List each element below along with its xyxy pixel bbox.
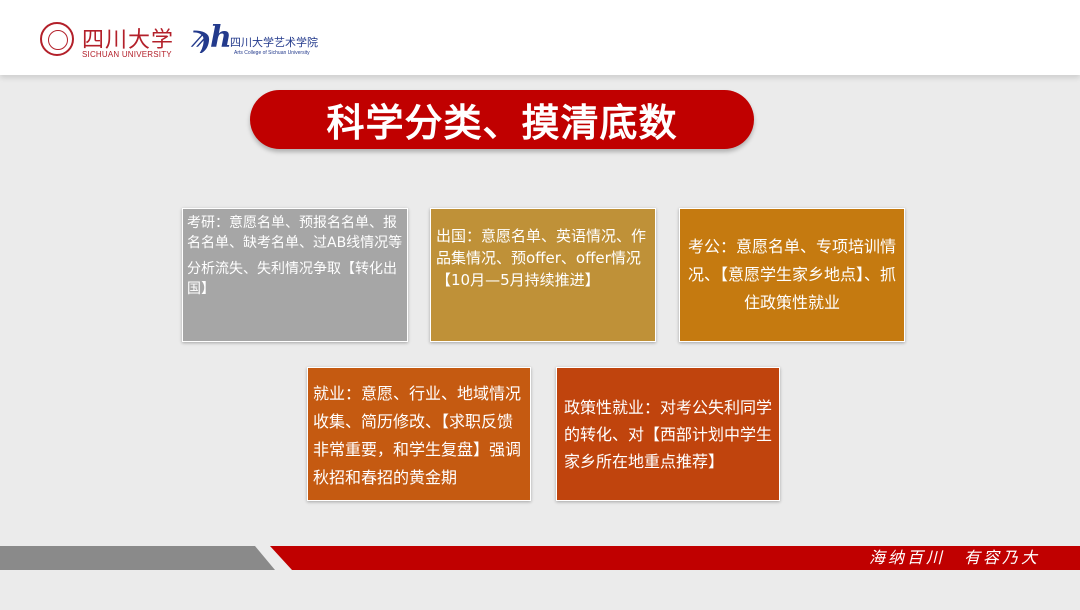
footer-gray-stripe <box>0 546 275 570</box>
box-zhengce-text: 政策性就业：对考公失利同学的转化、对【西部计划中学生家乡所在地重点推荐】 <box>564 398 773 471</box>
header-bar: 四川大学 SICHUAN UNIVERSITY ϡh 四川大学艺术学院 Arts… <box>0 0 1080 75</box>
box-jiuye: 就业：意愿、行业、地域情况收集、简历修改、【求职反馈非常重要，和学生复盘】强调秋… <box>307 367 531 501</box>
scu-logo: 四川大学 SICHUAN UNIVERSITY <box>40 20 190 64</box>
box-kaoyan-line2: 分析流失、失利情况争取【转化出国】 <box>187 261 397 297</box>
arts-college-logo-cn: 四川大学艺术学院 <box>230 36 318 49</box>
box-kaoyan-line1: 考研：意愿名单、预报名名单、报名名单、缺考名单、过AB线情况等 <box>187 215 403 251</box>
box-chuguo-line2: 【10月—5月持续推进】 <box>436 271 600 289</box>
scu-logo-en: SICHUAN UNIVERSITY <box>82 50 172 59</box>
box-chuguo: 出国：意愿名单、英语情况、作品集情况、预offer、offer情况 【10月—5… <box>430 208 656 342</box>
box-kaoyan: 考研：意愿名单、预报名名单、报名名单、缺考名单、过AB线情况等 分析流失、失利情… <box>182 208 408 342</box>
title-banner: 科学分类、摸清底数 <box>250 90 754 149</box>
box-chuguo-line1: 出国：意愿名单、英语情况、作品集情况、预offer、offer情况 <box>436 227 647 267</box>
box-kaogong-text: 考公：意愿名单、专项培训情况、【意愿学生家乡地点】、抓住政策性就业 <box>687 237 896 312</box>
scu-seal-icon <box>40 22 74 56</box>
box-kaogong: 考公：意愿名单、专项培训情况、【意愿学生家乡地点】、抓住政策性就业 <box>679 208 905 342</box>
box-jiuye-text: 就业：意愿、行业、地域情况收集、简历修改、【求职反馈非常重要，和学生复盘】强调秋… <box>313 384 522 487</box>
footer-motto: 海纳百川 有容乃大 <box>868 548 1040 567</box>
arts-college-logo: ϡh 四川大学艺术学院 Arts College of Sichuan Univ… <box>190 20 330 64</box>
box-zhengce: 政策性就业：对考公失利同学的转化、对【西部计划中学生家乡所在地重点推荐】 <box>556 367 780 501</box>
slide: 四川大学 SICHUAN UNIVERSITY ϡh 四川大学艺术学院 Arts… <box>0 0 1080 610</box>
arts-college-logo-en: Arts College of Sichuan University <box>234 50 310 56</box>
arts-college-mark-icon: ϡh <box>190 20 232 55</box>
slide-title: 科学分类、摸清底数 <box>326 101 678 145</box>
